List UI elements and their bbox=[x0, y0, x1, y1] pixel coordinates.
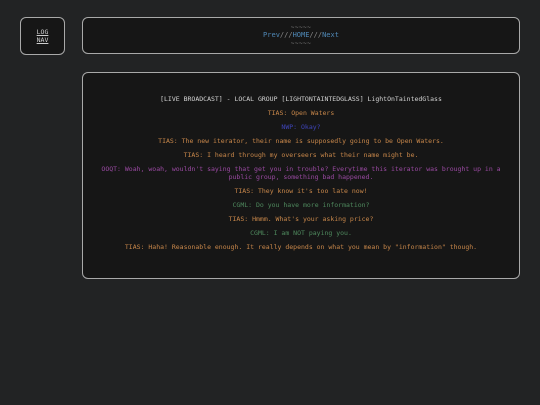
navigation-panel: ~~~~~ Prev///HOME///Next ~~~~~ bbox=[82, 17, 520, 54]
chat-message: CGML: I am NOT paying you. bbox=[250, 228, 352, 237]
chat-message: CGML: Do you have more information? bbox=[232, 200, 370, 209]
log-link[interactable]: LOG bbox=[37, 28, 49, 36]
nav-links: Prev///HOME///Next bbox=[263, 31, 339, 40]
next-link[interactable]: Next bbox=[322, 31, 339, 39]
prev-link[interactable]: Prev bbox=[263, 31, 280, 39]
log-nav-box: LOG NAV bbox=[20, 17, 65, 55]
message-list: TIAS: Open Waters NWP: Okay? TIAS: The new… bbox=[83, 109, 519, 251]
chat-message: OOQT: Woah, woah, wouldn't saying that g… bbox=[101, 165, 501, 181]
chat-log-panel: [LIVE BROADCAST] - LOCAL GROUP [LIGHTONT… bbox=[82, 72, 520, 279]
nav-link[interactable]: NAV bbox=[37, 36, 49, 44]
chat-message: TIAS: Haha! Reasonable enough. It really… bbox=[124, 242, 478, 251]
nav-separator: /// bbox=[309, 31, 323, 39]
chat-message: TIAS: Hmmm. What's your asking price? bbox=[228, 214, 374, 223]
nav-decoration-bottom: ~~~~~ bbox=[290, 40, 312, 47]
chat-message: TIAS: The new iterator, their name is su… bbox=[158, 137, 444, 145]
chat-message: TIAS: They know it's too late now! bbox=[234, 186, 368, 195]
chat-message: TIAS: I heard through my overseers what … bbox=[183, 151, 419, 159]
nav-separator: /// bbox=[279, 31, 293, 39]
broadcast-header: [LIVE BROADCAST] - LOCAL GROUP [LIGHTONT… bbox=[160, 95, 442, 103]
nav-decoration-top: ~~~~~ bbox=[290, 24, 312, 31]
chat-message: NWP: Okay? bbox=[281, 123, 321, 131]
chat-message: TIAS: Open Waters bbox=[267, 109, 335, 117]
home-link[interactable]: HOME bbox=[293, 31, 310, 39]
